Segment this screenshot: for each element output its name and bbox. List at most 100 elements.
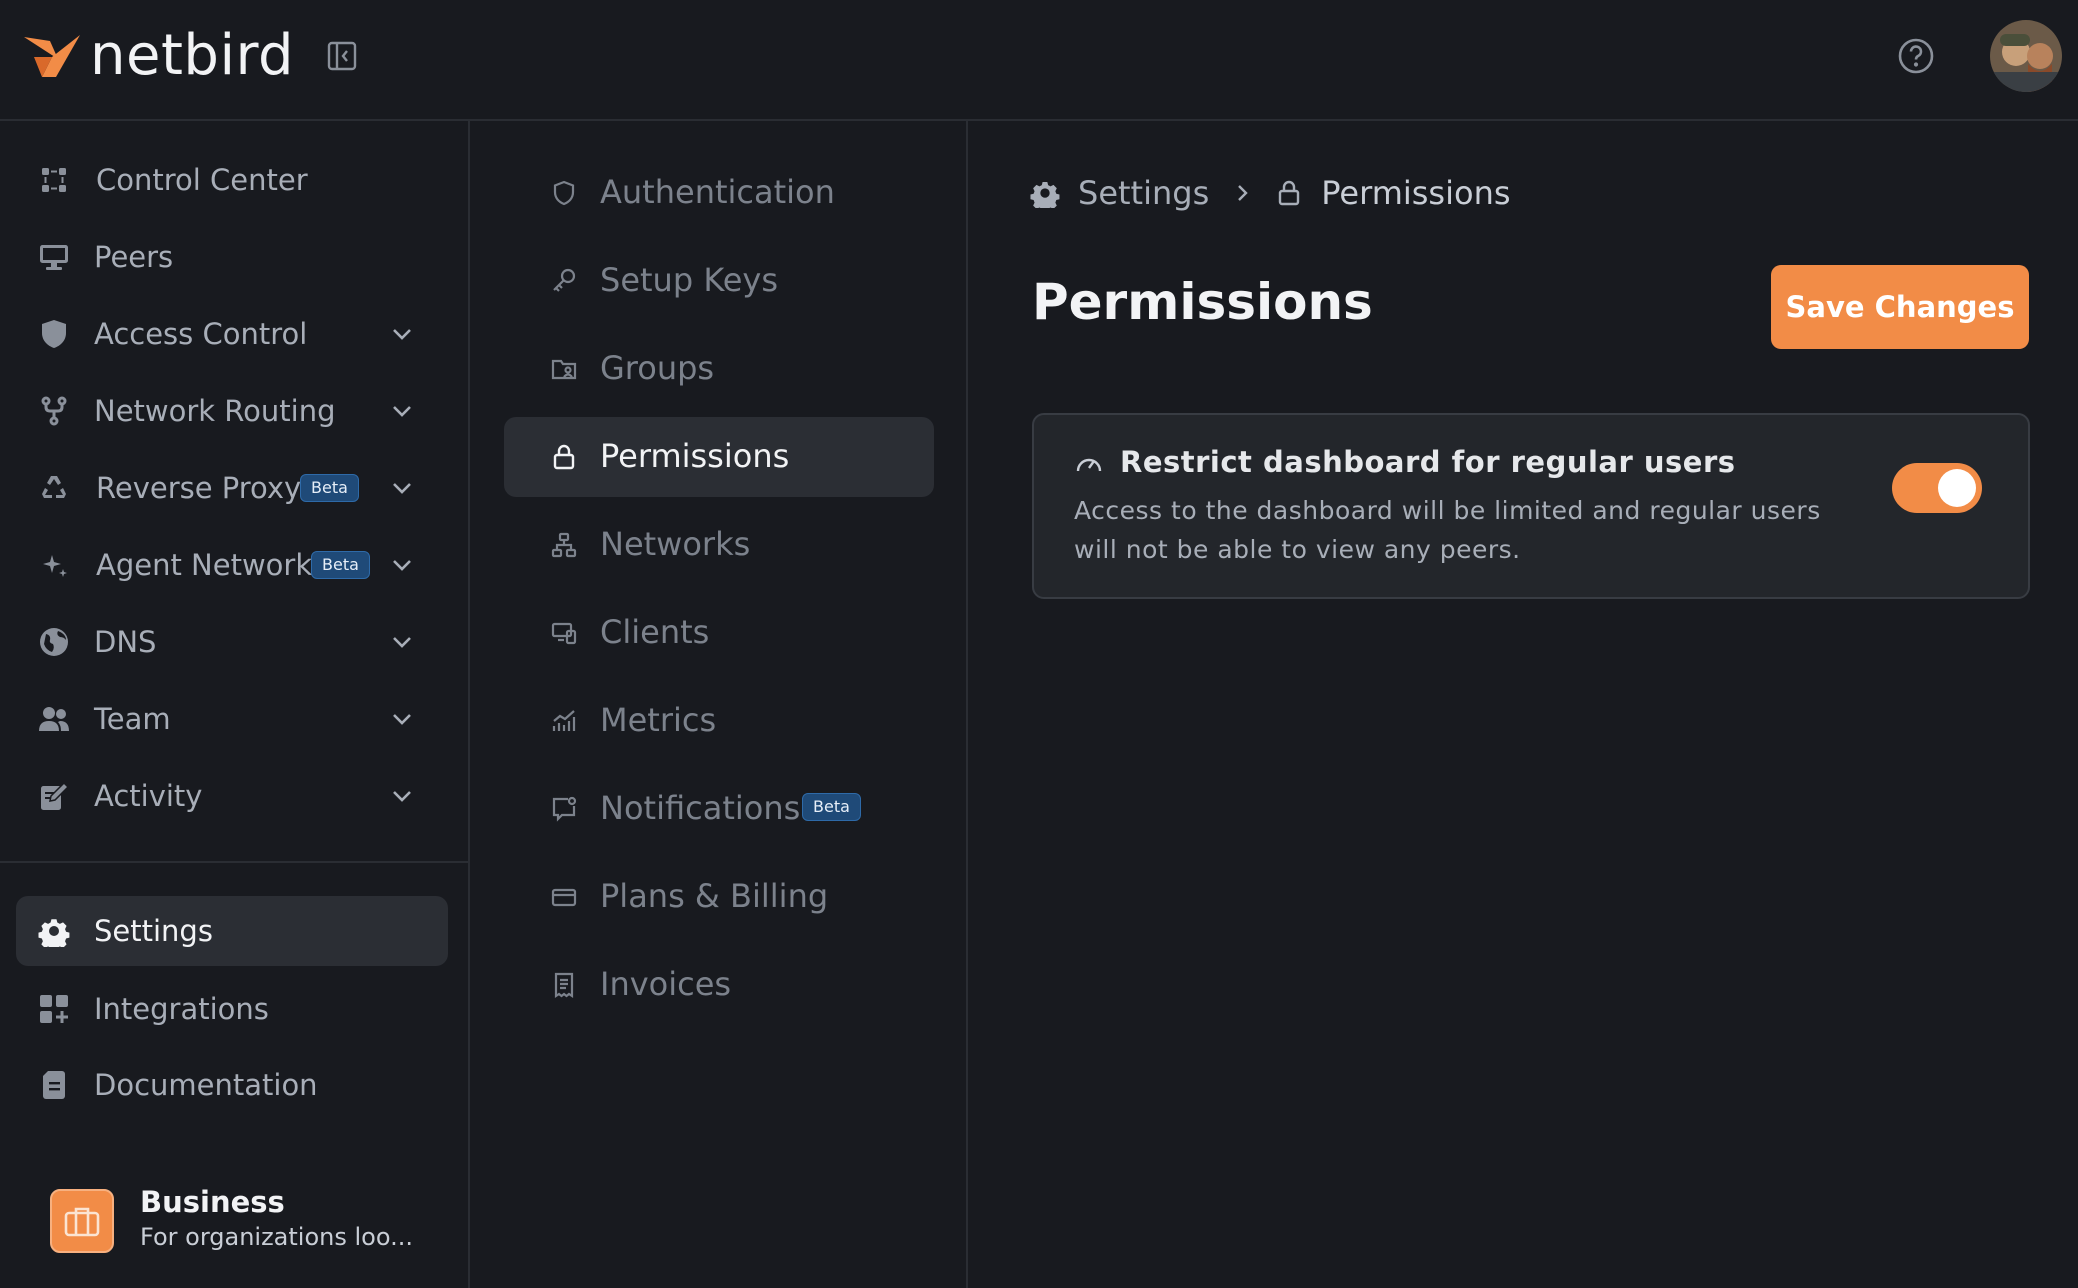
restrict-dashboard-toggle[interactable] — [1892, 463, 1982, 513]
breadcrumb-settings[interactable]: Settings — [1078, 174, 1209, 212]
sidebar-item-label: Access Control — [94, 317, 308, 351]
netbird-logo[interactable]: netbird — [22, 28, 294, 84]
sidebar-item-control-center[interactable]: Control Center — [16, 147, 448, 213]
sidebar-item-label: Activity — [94, 779, 203, 813]
sidebar-item-team[interactable]: Team — [16, 686, 448, 752]
main-content: Settings Permissions Permissions Save Ch… — [970, 121, 2078, 1288]
folder-users-icon — [551, 359, 577, 380]
sidebar-item-label: Integrations — [94, 992, 269, 1026]
sidebar-item-documentation[interactable]: Documentation — [16, 1052, 448, 1118]
network-icon — [551, 532, 577, 558]
plan-subtitle: For organizations loo... — [140, 1223, 413, 1251]
sidebar-item-label: Network Routing — [94, 394, 336, 428]
sidebar-item-network-routing[interactable]: Network Routing — [16, 378, 448, 444]
help-circle-icon[interactable] — [1896, 36, 1936, 76]
breadcrumb: Settings Permissions — [1030, 173, 1511, 213]
subnav-item-label: Plans & Billing — [600, 877, 829, 915]
subnav-item-label: Notifications — [600, 789, 801, 827]
chart-icon — [552, 710, 576, 731]
chevron-down-icon — [393, 791, 411, 802]
plan-card[interactable]: Business For organizations loo... — [50, 1185, 450, 1255]
page-title: Permissions — [1032, 273, 1373, 331]
plan-title: Business — [140, 1185, 285, 1219]
recycle-icon — [42, 476, 66, 498]
tab-authentication[interactable]: Authentication — [504, 153, 934, 233]
sidebar-item-label: Team — [94, 702, 171, 736]
sparkle-icon — [43, 555, 67, 577]
gauge-icon — [1076, 458, 1102, 472]
control-center-icon — [42, 168, 66, 192]
sidebar-item-dns[interactable]: DNS — [16, 609, 448, 675]
beta-badge: Beta — [311, 551, 370, 579]
shield-outline-icon — [553, 180, 575, 206]
globe-icon — [40, 628, 68, 656]
lock-icon — [1279, 180, 1300, 206]
subnav-item-label: Metrics — [600, 701, 717, 739]
settings-subnav: Authentication Setup Keys Groups Permiss… — [472, 121, 968, 1288]
toggle-knob — [1938, 469, 1976, 507]
sidebar-item-agent-network[interactable]: Agent Network Beta — [16, 532, 448, 598]
sidebar-item-integrations[interactable]: Integrations — [16, 976, 448, 1042]
git-fork-icon — [41, 396, 67, 426]
setting-title: Restrict dashboard for regular users — [1120, 445, 1736, 479]
chevron-down-icon — [393, 483, 411, 494]
chevron-down-icon — [393, 406, 411, 417]
top-bar: netbird — [0, 0, 2078, 121]
subnav-item-label: Groups — [600, 349, 715, 387]
sidebar-item-label: Agent Network — [96, 548, 313, 582]
chevron-down-icon — [393, 637, 411, 648]
chevron-down-icon — [393, 329, 411, 340]
subnav-item-label: Setup Keys — [600, 261, 778, 299]
subnav-item-label: Clients — [600, 613, 710, 651]
chevron-down-icon — [393, 714, 411, 725]
gear-icon — [1030, 181, 1060, 208]
sidebar-divider — [0, 861, 470, 863]
devices-icon — [551, 622, 577, 645]
subnav-item-label: Invoices — [600, 965, 732, 1003]
setting-card-restrict-dashboard: Restrict dashboard for regular users Acc… — [1032, 413, 2030, 599]
subnav-item-label: Permissions — [600, 437, 790, 475]
setting-description: Access to the dashboard will be limited … — [1074, 496, 1821, 564]
users-icon — [39, 707, 69, 731]
tab-groups[interactable]: Groups — [504, 329, 934, 409]
subnav-item-label: Authentication — [600, 173, 835, 211]
sidebar-item-label: Reverse Proxy — [96, 471, 302, 505]
message-notification-icon — [552, 796, 577, 822]
sidebar-item-label: DNS — [94, 625, 157, 659]
tab-invoices[interactable]: Invoices — [504, 945, 934, 1025]
brand-name: netbird — [90, 23, 295, 88]
save-changes-button[interactable]: Save Changes — [1771, 265, 2029, 349]
sidebar-item-label: Control Center — [96, 163, 308, 197]
gear-icon — [38, 919, 70, 947]
sidebar-collapse-icon[interactable] — [326, 40, 358, 72]
sidebar-item-access-control[interactable]: Access Control — [16, 301, 448, 367]
sidebar-item-settings[interactable]: Settings — [16, 896, 448, 966]
netbird-bird-icon — [24, 35, 80, 77]
document-icon — [43, 1071, 65, 1099]
tab-metrics[interactable]: Metrics — [504, 681, 934, 761]
tab-clients[interactable]: Clients — [504, 593, 934, 673]
lock-icon — [553, 444, 575, 470]
tab-plans-billing[interactable]: Plans & Billing — [504, 857, 934, 937]
user-avatar[interactable] — [1990, 20, 2062, 92]
breadcrumb-permissions[interactable]: Permissions — [1321, 174, 1510, 212]
sidebar-item-reverse-proxy[interactable]: Reverse Proxy Beta — [16, 455, 448, 521]
shield-icon — [42, 320, 66, 348]
subnav-item-label: Networks — [600, 525, 751, 563]
sidebar: Control Center Peers Access Control Netw… — [0, 121, 470, 1288]
key-icon — [553, 268, 576, 292]
receipt-icon — [554, 972, 574, 999]
sidebar-item-peers[interactable]: Peers — [16, 224, 448, 290]
sidebar-item-label: Settings — [94, 914, 213, 948]
briefcase-icon — [50, 1189, 114, 1253]
tab-notifications[interactable]: Notifications Beta — [504, 769, 934, 849]
tab-networks[interactable]: Networks — [504, 505, 934, 585]
sidebar-item-label: Documentation — [94, 1068, 318, 1102]
edit-icon — [41, 781, 70, 810]
chevron-down-icon — [393, 560, 411, 571]
tab-setup-keys[interactable]: Setup Keys — [504, 241, 934, 321]
sidebar-item-label: Peers — [94, 240, 174, 274]
beta-badge: Beta — [300, 474, 359, 502]
tab-permissions[interactable]: Permissions — [504, 417, 934, 497]
sidebar-item-activity[interactable]: Activity — [16, 763, 448, 829]
